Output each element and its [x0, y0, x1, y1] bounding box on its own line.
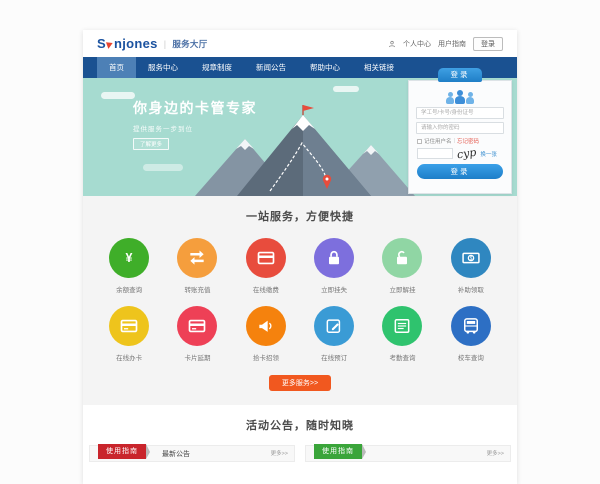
service-unfreeze[interactable]: 立即解挂 [368, 238, 436, 294]
more-link[interactable]: 更多>> [271, 446, 288, 463]
service-label: 卡片延期 [184, 352, 210, 362]
personal-center-link[interactable]: 个人中心 [403, 39, 431, 49]
login-tab[interactable]: 登录 [438, 68, 482, 82]
nav-item-news[interactable]: 新闻公告 [244, 57, 298, 78]
service-subsidy[interactable]: $ 补助领取 [437, 238, 505, 294]
cloud-decoration [333, 86, 359, 92]
hero-text-block: 你身边的卡管专家 提供服务一步到位 了解更多 [133, 98, 257, 151]
service-school-bus[interactable]: 校车查询 [437, 306, 505, 362]
user-guide-link[interactable]: 用户指南 [438, 39, 466, 49]
site-subtitle: 服务大厅 [172, 38, 207, 50]
services-grid: ¥ 余额查询 转账充值 在线缴费 立即挂失 [95, 238, 505, 362]
unlock-icon [382, 238, 422, 278]
page-container: S njones | 服务大厅 个人中心 用户指南 登录 首页 服务中心 规章制… [83, 30, 517, 484]
banknote-icon: $ [451, 238, 491, 278]
login-options-row: 记住用户名 | 忘记密码 [417, 137, 503, 145]
options-separator: | [454, 138, 455, 144]
announcements-section: 活动公告，随时知晓 使用指南 最新公告 更多>> 使用指南 更多>> [83, 405, 517, 484]
top-header: S njones | 服务大厅 个人中心 用户指南 登录 [83, 30, 517, 57]
captcha-row: cyp 换一张 [417, 148, 503, 159]
usage-guide-ribbon[interactable]: 使用指南 [98, 444, 146, 459]
nav-item-links[interactable]: 相关链接 [352, 57, 406, 78]
password-input[interactable] [416, 122, 504, 134]
account-input[interactable] [416, 107, 504, 119]
captcha-input[interactable] [417, 148, 453, 159]
logo-arrow-icon [106, 40, 114, 49]
captcha-image: cyp [456, 147, 477, 160]
svg-text:¥: ¥ [126, 251, 133, 265]
bus-icon [451, 306, 491, 346]
service-label: 补助领取 [458, 284, 484, 294]
nav-item-home[interactable]: 首页 [97, 57, 136, 78]
transfer-arrows-icon [177, 238, 217, 278]
captcha-refresh-link[interactable]: 换一张 [480, 150, 497, 158]
announcements-title: 活动公告，随时知晓 [89, 417, 511, 433]
service-label: 考勤查询 [389, 352, 415, 362]
megaphone-icon [246, 306, 286, 346]
nav-item-help-center[interactable]: 帮助中心 [298, 57, 352, 78]
panel-strip: 使用指南 更多>> [305, 445, 511, 462]
announcement-panel-right: 使用指南 更多>> [305, 445, 511, 462]
lock-icon [314, 238, 354, 278]
service-label: 校车查询 [458, 352, 484, 362]
more-link[interactable]: 更多>> [487, 446, 504, 463]
latest-news-tab[interactable]: 最新公告 [162, 446, 190, 463]
announcement-panels: 使用指南 最新公告 更多>> 使用指南 更多>> [89, 445, 511, 462]
remember-label: 记住用户名 [424, 137, 452, 145]
services-title: 一站服务，方便快捷 [95, 208, 505, 224]
nav-item-service-center[interactable]: 服务中心 [136, 57, 190, 78]
users-group-icon [409, 88, 511, 104]
service-apply-card[interactable]: 在线办卡 [95, 306, 163, 362]
announcement-panel-left: 使用指南 最新公告 更多>> [89, 445, 295, 462]
usage-guide-ribbon[interactable]: 使用指南 [314, 444, 362, 459]
service-pay-online[interactable]: 在线缴费 [232, 238, 300, 294]
hero-banner: 你身边的卡管专家 提供服务一步到位 了解更多 登录 [83, 78, 517, 196]
service-lost-found[interactable]: 拾卡招领 [232, 306, 300, 362]
service-label: 转账充值 [184, 284, 210, 294]
hero-cta-button[interactable]: 了解更多 [133, 138, 169, 150]
nav-item-rules[interactable]: 规章制度 [190, 57, 244, 78]
service-label: 在线办卡 [116, 352, 142, 362]
cloud-decoration [101, 92, 135, 99]
more-services-button[interactable]: 更多服务>> [269, 375, 331, 391]
svg-text:$: $ [469, 256, 472, 262]
service-card-extension[interactable]: 卡片延期 [163, 306, 231, 362]
service-label: 拾卡招领 [253, 352, 279, 362]
service-label: 在线缴费 [253, 284, 279, 294]
service-transfer[interactable]: 转账充值 [163, 238, 231, 294]
logo-text-part2: njones [114, 36, 158, 51]
hero-subtitle: 提供服务一步到位 [133, 123, 257, 133]
login-submit-button[interactable]: 登录 [417, 164, 503, 179]
logo[interactable]: S njones | 服务大厅 [97, 36, 208, 51]
service-label: 余额查询 [116, 284, 142, 294]
hero-title: 你身边的卡管专家 [133, 98, 257, 118]
service-attendance[interactable]: 考勤查询 [368, 306, 436, 362]
credit-card-icon [177, 306, 217, 346]
logo-text-part1: S [97, 36, 106, 51]
credit-card-icon [109, 306, 149, 346]
panel-strip: 使用指南 最新公告 更多>> [89, 445, 295, 462]
login-panel: 登录 记住用户名 | 忘记密码 cyp 换一张 登录 [408, 80, 512, 194]
service-label: 在线预订 [321, 352, 347, 362]
service-online-booking[interactable]: 在线预订 [300, 306, 368, 362]
service-balance[interactable]: ¥ 余额查询 [95, 238, 163, 294]
header-actions: 个人中心 用户指南 登录 [388, 37, 503, 51]
list-icon [382, 306, 422, 346]
service-report-loss[interactable]: 立即挂失 [300, 238, 368, 294]
service-label: 立即解挂 [389, 284, 415, 294]
user-icon [388, 40, 396, 48]
service-label: 立即挂失 [321, 284, 347, 294]
credit-card-icon [246, 238, 286, 278]
remember-checkbox[interactable] [417, 139, 422, 144]
logo-divider: | [164, 39, 167, 49]
yuan-icon: ¥ [109, 238, 149, 278]
header-login-button[interactable]: 登录 [473, 37, 503, 51]
services-section: 一站服务，方便快捷 ¥ 余额查询 转账充值 在线缴费 [83, 196, 517, 405]
forgot-password-link[interactable]: 忘记密码 [457, 137, 479, 145]
edit-icon [314, 306, 354, 346]
